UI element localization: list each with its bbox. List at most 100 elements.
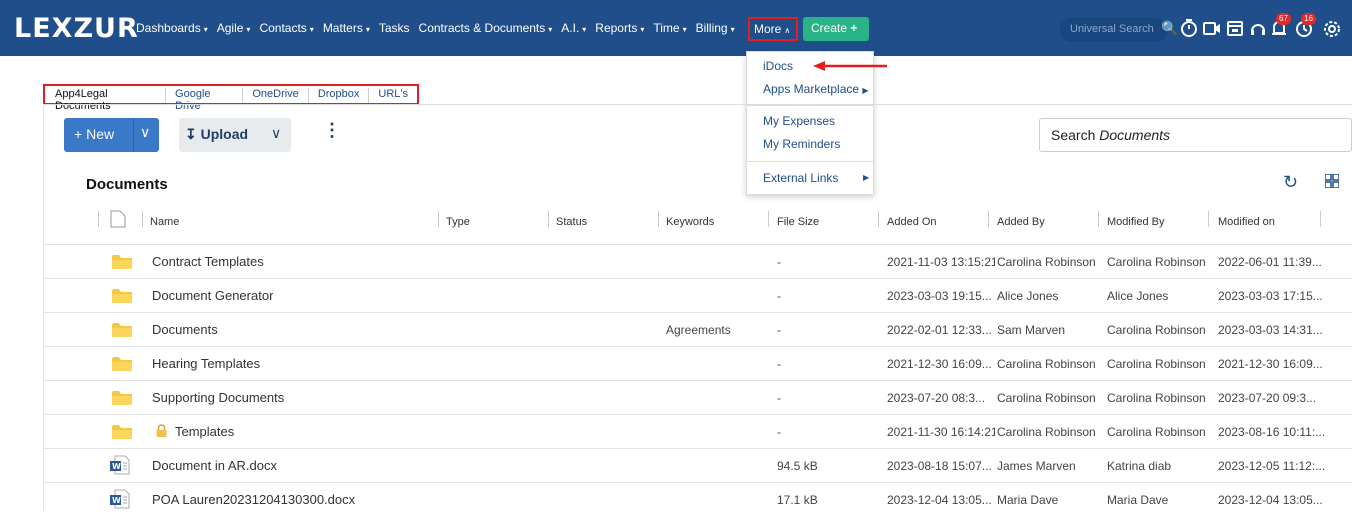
cell-added-by: Maria Dave <box>997 493 1059 507</box>
tab[interactable]: Google Drive <box>166 88 244 112</box>
folder-icon <box>112 391 132 405</box>
cell-keywords: Agreements <box>666 323 731 337</box>
cell-added-by: Carolina Robinson <box>997 357 1096 371</box>
new-label-text: New <box>86 126 115 142</box>
caret-down-icon: ▾ <box>246 25 251 34</box>
cell-added-by: Carolina Robinson <box>997 255 1096 269</box>
column-divider <box>548 211 549 227</box>
more-label: More <box>754 22 782 36</box>
tab[interactable]: URL's <box>369 88 417 103</box>
create-button[interactable]: Create + <box>803 17 869 41</box>
document-name[interactable]: POA Lauren20231204130300.docx <box>152 492 355 507</box>
nav-item[interactable]: Contracts & Documents ▾ <box>419 21 553 35</box>
video-icon[interactable] <box>1202 18 1222 38</box>
cell-added-on: 2021-11-03 13:15:21 <box>887 255 995 269</box>
menu-item-idocs[interactable]: iDocs <box>763 59 793 73</box>
nav-item-label: Contracts & Documents <box>418 21 546 35</box>
table-row[interactable]: Document Generator - 2023-03-03 19:15... Al… <box>44 278 1352 312</box>
chevron-down-icon[interactable]: ∨ <box>140 124 150 141</box>
document-name[interactable]: Hearing Templates <box>152 356 260 371</box>
column-header[interactable]: Modified By <box>1107 216 1164 228</box>
upload-button[interactable]: ↧ Upload ∨ <box>179 118 291 152</box>
table-row[interactable]: W Document in AR.docx 94.5 kB 2023-08-18 15… <box>44 448 1352 482</box>
nav-item-label: Agile <box>216 21 244 35</box>
column-header[interactable]: Type <box>446 216 470 228</box>
svg-text:W: W <box>112 462 121 471</box>
cell-size: - <box>777 391 781 405</box>
document-name[interactable]: Supporting Documents <box>152 390 284 405</box>
document-name[interactable]: Documents <box>152 322 218 337</box>
column-header[interactable]: Status <box>556 216 587 228</box>
table-row[interactable]: Templates -2021-11-30 16:14:21 Carolina Ro… <box>44 414 1352 448</box>
column-header[interactable]: Name <box>150 216 179 228</box>
create-label: Create <box>811 21 848 35</box>
tab[interactable]: App4Legal Documents <box>45 88 167 112</box>
file-icon <box>110 210 126 228</box>
settings-gear-icon[interactable] <box>1322 18 1342 38</box>
column-divider <box>658 211 659 227</box>
nav-item[interactable]: Contacts ▾ <box>259 21 313 35</box>
calendar-icon[interactable] <box>1226 18 1244 38</box>
document-name[interactable]: Document Generator <box>152 288 273 303</box>
table-row[interactable]: Contract Templates -2021-11-03 13:15:21 Ca… <box>44 244 1352 278</box>
document-name[interactable]: Contract Templates <box>152 254 264 269</box>
document-name[interactable]: Document in AR.docx <box>152 458 277 473</box>
table-row[interactable]: W POA Lauren20231204130300.docx 17.1 kB 202… <box>44 482 1352 516</box>
cell-modified-by: Carolina Robinson <box>1107 255 1206 269</box>
cell-added-on: 2023-12-04 13:05... <box>887 493 992 507</box>
chevron-down-icon[interactable]: ∨ <box>271 125 281 142</box>
tab[interactable]: OneDrive <box>243 88 309 103</box>
apps-marketplace-label: Apps Marketplace <box>763 82 860 96</box>
folder-icon <box>112 357 132 371</box>
universal-search-input[interactable]: Universal Search <box>1060 18 1168 42</box>
caret-down-icon: ▾ <box>309 25 314 34</box>
nav-item[interactable]: Time ▾ <box>653 21 686 35</box>
button-separator <box>133 118 134 152</box>
column-header[interactable]: Modified on <box>1218 216 1275 228</box>
cell-added-by: Carolina Robinson <box>997 425 1096 439</box>
nav-item[interactable]: Billing ▾ <box>696 21 735 35</box>
cell-added-by: James Marven <box>997 459 1076 473</box>
new-button[interactable]: + New ∨ <box>64 118 159 152</box>
column-header[interactable]: File Size <box>777 216 819 228</box>
storage-tabs: App4Legal Documents Google Drive OneDrive D… <box>43 84 419 112</box>
notifications-badge: 67 <box>1276 13 1291 25</box>
nav-item-label: Billing <box>695 21 728 35</box>
grid-view-icon[interactable] <box>1325 174 1339 188</box>
cell-size: - <box>777 425 781 439</box>
nav-item[interactable]: Tasks <box>379 21 410 35</box>
column-header[interactable]: Keywords <box>666 216 714 228</box>
lexzur-logo[interactable]: LEXZUR <box>14 13 139 44</box>
refresh-icon[interactable]: ↻ <box>1283 172 1298 193</box>
cell-size: 17.1 kB <box>777 493 818 507</box>
menu-item-apps-marketplace[interactable]: Apps Marketplace ▶ <box>763 82 869 96</box>
more-menu-button[interactable]: More ∧ <box>748 17 798 41</box>
nav-item[interactable]: Matters ▾ <box>323 21 370 35</box>
tabs-divider <box>43 104 1352 105</box>
document-name[interactable]: Templates <box>175 424 234 439</box>
cell-modified-by: Carolina Robinson <box>1107 425 1206 439</box>
nav-item[interactable]: Dashboards ▾ <box>136 21 208 35</box>
column-header[interactable]: Added On <box>887 216 937 228</box>
headset-icon[interactable] <box>1249 18 1267 38</box>
tab[interactable]: Dropbox <box>309 88 370 103</box>
more-actions-icon[interactable]: ⋮ <box>323 120 341 141</box>
table-row[interactable]: Documents Agreements - 2022-02-01 12:33... S… <box>44 312 1352 346</box>
search-icon[interactable]: 🔍 <box>1161 18 1178 38</box>
column-header[interactable]: Added By <box>997 216 1045 228</box>
document-search-input[interactable]: Search Documents <box>1039 118 1352 152</box>
caret-down-icon: ▾ <box>682 25 687 34</box>
nav-item-label: Time <box>653 21 680 35</box>
table-row[interactable]: Supporting Documents - 2023-07-20 08:3... C… <box>44 380 1352 414</box>
table-row[interactable]: Hearing Templates - 2021-12-30 16:09... Car… <box>44 346 1352 380</box>
reminders-badge: 16 <box>1301 13 1316 25</box>
stopwatch-icon[interactable] <box>1180 18 1198 38</box>
nav-item[interactable]: Reports ▾ <box>595 21 644 35</box>
cell-added-on: 2023-08-18 15:07... <box>887 459 992 473</box>
nav-item[interactable]: Agile ▾ <box>217 21 251 35</box>
nav-item-label: Dashboards <box>136 21 201 35</box>
column-divider <box>988 211 989 227</box>
caret-down-icon: ▾ <box>365 25 370 34</box>
nav-item[interactable]: A.I. ▾ <box>561 21 586 35</box>
folder-icon <box>112 289 132 303</box>
